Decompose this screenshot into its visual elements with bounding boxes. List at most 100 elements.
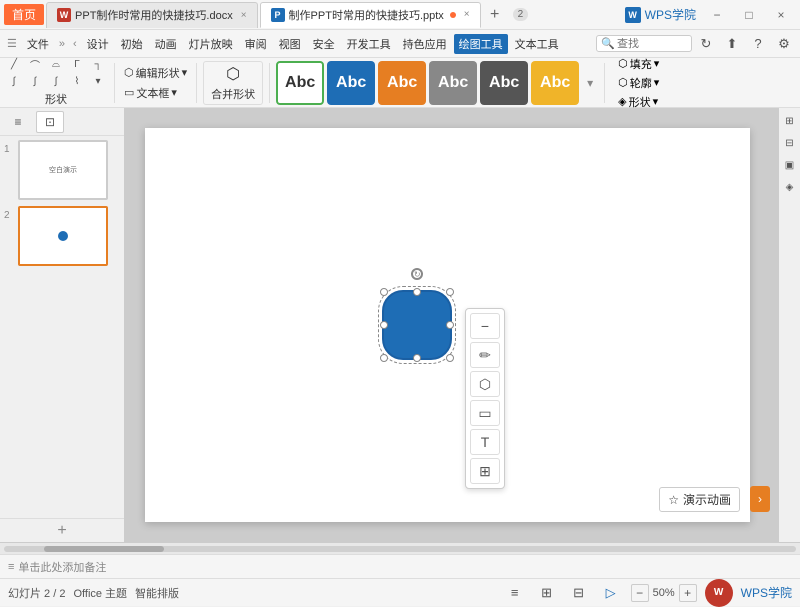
float-group-btn[interactable]: ⊞ [470,458,500,484]
search-input[interactable] [617,38,687,50]
float-pencil-btn[interactable]: ✏ [470,342,500,368]
tab-pptx[interactable]: P 制作PPT时常用的快捷技巧.pptx × [260,2,481,28]
wps-academy-bottom[interactable]: WPS学院 [741,584,792,601]
handle-bot-mid[interactable] [413,354,421,362]
float-fill-btn[interactable]: ⬡ [470,371,500,397]
search-box[interactable]: 🔍 [596,35,692,52]
menu-initial[interactable]: 初始 [116,34,148,54]
horizontal-scrollbar[interactable] [0,542,800,554]
float-text-btn[interactable]: T [470,429,500,455]
menu-animation[interactable]: 动画 [150,34,182,54]
abc-style-blue[interactable]: Abc [327,61,375,105]
mini-btn-1[interactable]: ⊞ [781,112,799,130]
slide-preview-2[interactable] [18,206,108,266]
refresh-icon[interactable]: ↻ [694,32,718,56]
menu-arrow-left[interactable]: ☰ [4,35,20,52]
new-tab-button[interactable]: + [483,3,507,27]
outline-btn[interactable]: ⬡ 轮廓 ▾ [615,74,662,92]
abc-style-gray[interactable]: Abc [429,61,477,105]
mini-btn-4[interactable]: ◈ [781,178,799,196]
maximize-button[interactable]: □ [734,3,764,27]
shape-label-btn[interactable]: 形状 [39,89,73,109]
add-slide-button[interactable]: + [0,518,124,542]
curve-tool2[interactable]: ∫ [25,73,45,89]
menu-slideshow[interactable]: 灯片放映 [184,34,238,54]
text-box-btn[interactable]: ▭ 文本框 ▾ [121,84,190,102]
handle-top-mid[interactable] [413,288,421,296]
rotate-handle[interactable]: ↻ [411,268,423,280]
nav-left[interactable]: ‹ [70,36,80,52]
line-tool4[interactable]: Γ [67,56,87,72]
help-icon[interactable]: ? [746,32,770,56]
animation-button[interactable]: ☆ 演示动画 [659,487,740,512]
search-icon: 🔍 [601,37,615,50]
curve-tool4[interactable]: ⌇ [67,73,87,89]
handle-left-mid[interactable] [380,321,388,329]
slide-thumb-2[interactable]: 2 [4,206,120,266]
animation-arrow-btn[interactable]: › [750,486,770,512]
slide-preview-1[interactable]: 空白演示 [18,140,108,200]
curve-tool1[interactable]: ∫ [4,73,24,89]
menu-view[interactable]: 视图 [274,34,306,54]
abc-style-yellow[interactable]: Abc [531,61,579,105]
close-button[interactable]: × [766,3,796,27]
abc-style-outlined[interactable]: Abc [276,61,324,105]
line-tool5[interactable]: ┐ [88,56,108,72]
wps-academy-button[interactable]: W WPS学院 [625,6,696,23]
line-tool3[interactable]: ⌓ [46,56,66,72]
curve-tool3[interactable]: ∫ [46,73,66,89]
handle-top-right[interactable] [446,288,454,296]
shape-container[interactable]: ↻ [382,290,452,360]
line-tool2[interactable]: ⌒ [25,56,45,72]
view-normal-btn[interactable]: ≡ [503,581,527,605]
abc-style-darkgray[interactable]: Abc [480,61,528,105]
view-grid-btn[interactable]: ⊞ [535,581,559,605]
tab-pptx-close[interactable]: × [464,9,470,20]
tab-docx[interactable]: W PPT制作时常用的快捷技巧.docx × [46,2,258,28]
minimize-button[interactable]: − [702,3,732,27]
list-view-btn[interactable]: ≡ [4,111,32,133]
menu-special[interactable]: 持色应用 [398,34,452,54]
merge-shapes-btn[interactable]: ⬡ 合并形状 [203,61,263,105]
mini-btn-3[interactable]: ▣ [781,156,799,174]
scrollbar-thumb[interactable] [44,546,164,552]
share-icon[interactable]: ⬆ [720,32,744,56]
line-tool[interactable]: ╱ [4,56,24,72]
slide-thumb-1[interactable]: 1 空白演示 [4,140,120,200]
arrow-down[interactable]: ▾ [88,73,108,89]
zoom-in-btn[interactable]: + [679,584,697,602]
abc-more-button[interactable]: ▾ [582,61,598,105]
handle-right-mid[interactable] [446,321,454,329]
home-tab[interactable]: 首页 [4,4,44,25]
note-bar[interactable]: ≡ 单击此处添加备注 [0,554,800,578]
expand-arrow[interactable]: » [56,36,68,52]
settings-icon[interactable]: ⚙ [772,32,796,56]
grid-view-btn[interactable]: ⊡ [36,111,64,133]
view-sort-btn[interactable]: ⊟ [567,581,591,605]
fill-btn[interactable]: ⬡ 填充 ▾ [615,55,662,73]
canvas-area[interactable]: ↻ − ✏ [125,108,800,542]
slides-panel: ≡ ⊡ 1 空白演示 2 + [0,108,125,542]
handle-top-left[interactable] [380,288,388,296]
menu-devtools[interactable]: 开发工具 [342,34,396,54]
view-present-btn[interactable]: ▷ [599,581,623,605]
abc-style-orange[interactable]: Abc [378,61,426,105]
edit-shape-btn[interactable]: ⬡ 编辑形状 ▾ [121,64,190,82]
menu-security[interactable]: 安全 [308,34,340,54]
mini-btn-2[interactable]: ⊟ [781,134,799,152]
smart-layout-btn[interactable]: 智能排版 [135,585,179,601]
menu-draw-tools[interactable]: 绘图工具 [454,34,508,54]
wps-logo-bottom[interactable]: W [705,579,733,607]
handle-bot-left[interactable] [380,354,388,362]
rounded-rectangle-shape[interactable] [382,290,452,360]
float-rect-btn[interactable]: ▭ [470,400,500,426]
menu-design[interactable]: 设计 [82,34,114,54]
zoom-out-btn[interactable]: − [631,584,649,602]
menu-file[interactable]: 文件 [22,34,54,54]
menu-review[interactable]: 审阅 [240,34,272,54]
slide-dot-2 [58,231,68,241]
tab-docx-close[interactable]: × [241,10,247,21]
handle-bot-right[interactable] [446,354,454,362]
float-minus-btn[interactable]: − [470,313,500,339]
menu-text-tools[interactable]: 文本工具 [510,34,564,54]
